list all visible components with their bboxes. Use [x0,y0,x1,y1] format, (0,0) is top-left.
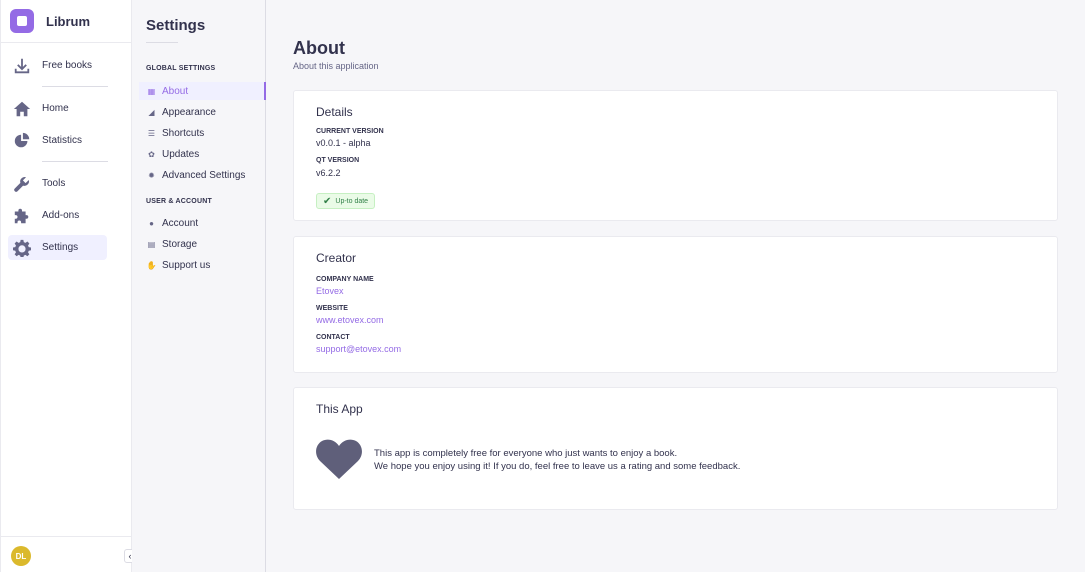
puzzle-icon [12,206,32,226]
heart-icon [316,439,362,479]
field-label: COMPANY NAME [316,276,374,283]
nav-item-home[interactable]: Home [8,96,107,121]
app-description-line: We hope you enjoy using it! If you do, f… [374,461,741,472]
field-label: CONTACT [316,334,350,341]
qt-version-value: v6.2.2 [316,168,341,178]
creator-card: Creator COMPANY NAME Etovex WEBSITE www.… [293,236,1058,373]
website-link[interactable]: www.etovex.com [316,315,384,325]
settings-item-label: Appearance [162,106,216,118]
refresh-icon: ✿ [148,149,155,159]
nav-item-statistics[interactable]: Statistics [8,128,107,153]
nav-divider [42,161,108,162]
settings-item-label: Shortcuts [162,127,205,139]
wrench-icon [12,174,32,194]
settings-item-label: Updates [162,148,200,160]
settings-item-label: Storage [162,238,198,250]
nav-label: Add-ons [42,210,80,221]
avatar[interactable]: DL [11,546,31,566]
main-nav: Librum Free books Home Statistics Tools … [0,0,136,572]
field-label: WEBSITE [316,305,348,312]
settings-sidebar: Settings GLOBAL SETTINGS ▦ About ◢ Appea… [132,0,266,572]
download-icon [12,56,32,76]
nav-footer: DL ‹ [1,536,136,572]
settings-item-updates[interactable]: ✿ Updates [139,145,266,163]
settings-title: Settings [146,17,206,34]
app-description: This app is completely free for everyone… [374,447,740,473]
app-logo [10,9,34,33]
settings-item-account[interactable]: ● Account [139,214,266,232]
nav-divider [42,86,108,87]
gear-icon: ✹ [148,170,155,180]
section-label-global: GLOBAL SETTINGS [146,65,216,72]
this-app-card: This App This app is completely free for… [293,387,1058,510]
nav-item-add-ons[interactable]: Add-ons [8,203,107,228]
settings-item-label: About [162,85,189,97]
main-content: About About this application Details CUR… [266,0,1085,572]
storage-icon: ▤ [147,239,156,249]
brush-icon: ◢ [148,107,155,117]
status-badge-label: Up-to date [335,197,369,205]
hand-icon: ✋ [146,260,157,270]
user-icon: ● [149,218,154,228]
settings-item-advanced[interactable]: ✹ Advanced Settings [139,166,266,184]
settings-item-shortcuts[interactable]: ☰ Shortcuts [139,124,266,142]
company-name-link[interactable]: Etovex [316,286,344,296]
app-name: Librum [46,13,91,29]
settings-item-label: Support us [162,259,211,271]
settings-item-storage[interactable]: ▤ Storage [139,235,266,253]
divider [146,42,178,43]
nav-label: Statistics [42,135,83,146]
page-title: About [293,38,345,58]
details-card: Details CURRENT VERSION v0.0.1 - alpha Q… [293,90,1058,221]
app-description-line: This app is completely free for everyone… [374,448,678,459]
card-title: Details [316,105,353,119]
check-icon: ✔ [323,195,332,207]
nav-label: Free books [42,60,93,71]
field-label: CURRENT VERSION [316,128,384,135]
settings-item-about[interactable]: ▦ About [139,82,266,100]
nav-label: Settings [42,242,79,253]
nav-label: Tools [42,178,66,189]
contact-email-link[interactable]: support@etovex.com [316,344,401,354]
section-label-account: USER & ACCOUNT [146,198,212,205]
pie-chart-icon [12,131,32,151]
settings-item-label: Account [162,217,199,229]
home-icon [12,99,32,119]
field-label: QT VERSION [316,157,360,164]
page-subtitle: About this application [293,61,379,71]
settings-item-support[interactable]: ✋ Support us [139,256,266,274]
gear-icon [12,238,32,258]
current-version-value: v0.0.1 - alpha [316,138,371,148]
sliders-icon: ☰ [147,128,156,138]
nav-item-free-books[interactable]: Free books [8,53,107,78]
nav-item-tools[interactable]: Tools [8,171,107,196]
grid-icon: ▦ [147,86,156,96]
status-badge: ✔ Up-to date [316,193,376,209]
settings-item-appearance[interactable]: ◢ Appearance [139,103,266,121]
settings-item-label: Advanced Settings [162,169,246,181]
nav-label: Home [42,103,69,114]
brand: Librum [1,0,131,43]
card-title: This App [316,402,363,416]
card-title: Creator [316,251,357,265]
nav-item-settings[interactable]: Settings [8,235,107,260]
